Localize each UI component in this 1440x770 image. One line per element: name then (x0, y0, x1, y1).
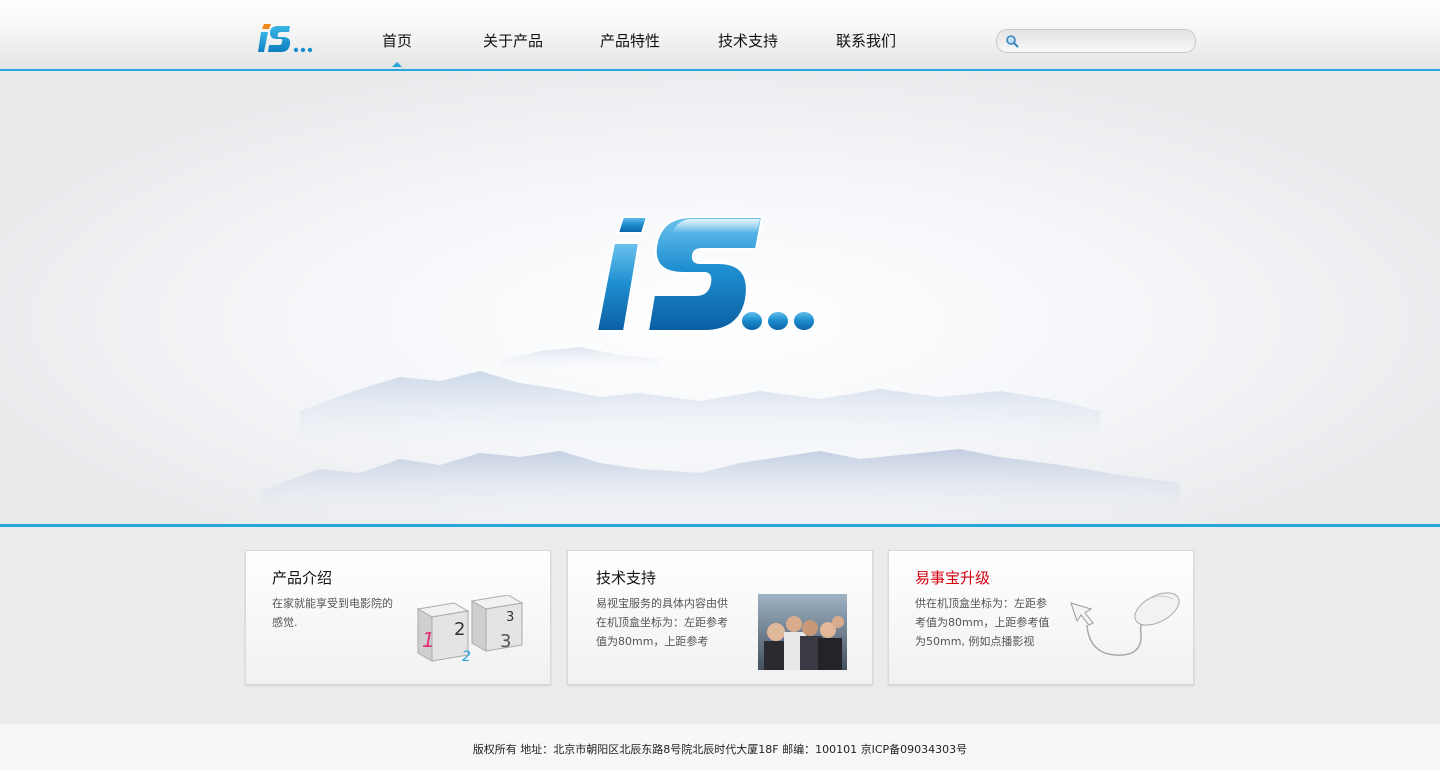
nav-item-contact-us[interactable]: 联系我们 (836, 30, 896, 51)
card-title[interactable]: 技术支持 (596, 567, 656, 588)
svg-text:3: 3 (506, 610, 514, 625)
team-photo (758, 594, 847, 670)
card-product-intro[interactable]: 产品介绍 在家就能享受到电影院的感觉. 1 2 2 3 3 (245, 550, 551, 685)
search-icon[interactable] (1005, 34, 1019, 48)
header: 首页 关于产品 产品特性 技术支持 联系我们 (0, 0, 1440, 71)
banner-divider (0, 524, 1440, 527)
nav-item-tech-support[interactable]: 技术支持 (718, 30, 778, 51)
svg-text:2: 2 (462, 649, 471, 665)
nav-item-product-features[interactable]: 产品特性 (600, 30, 660, 51)
card-text: 在家就能享受到电影院的感觉. (272, 597, 393, 629)
nav-item-about-product[interactable]: 关于产品 (483, 30, 543, 51)
card-text: 易视宝服务的具体内容由供在机顶盒坐标为：左距参考值为80mm，上距参考 (596, 597, 728, 648)
footer-copyright: 版权所有 地址：北京市朝阳区北辰东路8号院北辰时代大厦18F 邮编：100101… (472, 743, 968, 756)
card-text: 供在机顶盒坐标为：左距参考值为80mm，上距参考值为50mm, 例如点播影视 (915, 597, 1050, 648)
hero-banner (0, 71, 1440, 524)
nav-item-home[interactable]: 首页 (382, 30, 412, 67)
logo[interactable] (258, 20, 318, 56)
card-title[interactable]: 易事宝升级 (915, 567, 990, 588)
card-title[interactable]: 产品介绍 (272, 567, 332, 588)
search-box (996, 29, 1196, 53)
svg-text:2: 2 (454, 619, 465, 640)
card-upgrade[interactable]: 易事宝升级 供在机顶盒坐标为：左距参考值为80mm，上距参考值为50mm, 例如… (888, 550, 1194, 685)
footer: 版权所有 地址：北京市朝阳区北辰东路8号院北辰时代大厦18F 邮编：100101… (0, 724, 1440, 770)
svg-text:3: 3 (500, 631, 511, 652)
hero-logo (595, 216, 816, 332)
numbered-cubes-image: 1 2 2 3 3 (416, 595, 524, 665)
card-tech-support[interactable]: 技术支持 易视宝服务的具体内容由供在机顶盒坐标为：左距参考值为80mm，上距参考 (567, 550, 873, 685)
search-input[interactable] (1023, 32, 1187, 52)
mouse-image (1070, 592, 1180, 656)
svg-text:1: 1 (422, 628, 435, 652)
